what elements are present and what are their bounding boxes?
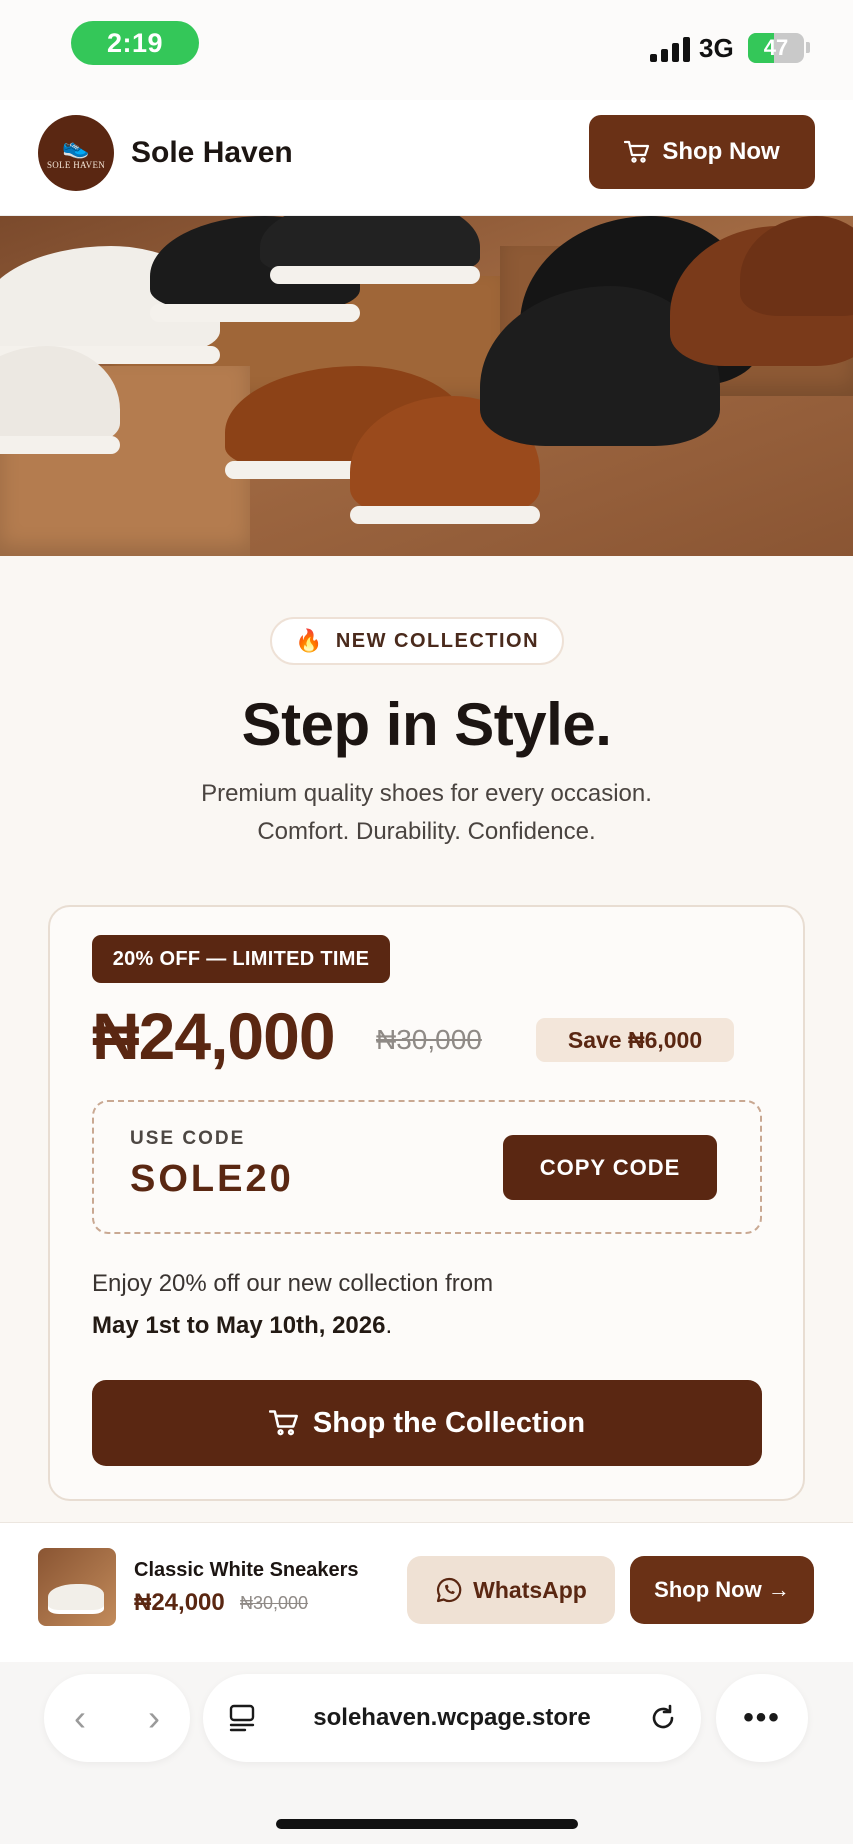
coupon-label: USE CODE — [130, 1128, 246, 1149]
savings-badge: Save ₦6,000 — [536, 1018, 734, 1062]
sticky-shop-now-button[interactable]: Shop Now → — [630, 1556, 814, 1624]
sneaker-sole — [350, 506, 540, 524]
browser-toolbar: ‹ › solehaven.wcpage.store ••• — [0, 1662, 853, 1844]
brand-logo[interactable]: 👟 SOLE HAVEN — [38, 115, 114, 191]
logo-text: SOLE HAVEN — [46, 159, 106, 170]
offer-dates: May 1st to May 10th, 2026. — [92, 1312, 392, 1340]
page-title: Step in Style. — [241, 691, 612, 758]
more-options-button[interactable]: ••• — [716, 1674, 808, 1762]
shop-collection-label: Shop the Collection — [312, 1406, 586, 1439]
product-name: Classic White Sneakers — [134, 1559, 359, 1581]
status-bar: 2:19 3G 47 — [0, 0, 853, 100]
copy-code-button[interactable]: COPY CODE — [503, 1135, 717, 1200]
url-text: solehaven.wcpage.store — [313, 1704, 591, 1731]
new-collection-badge: 🔥 NEW COLLECTION — [270, 617, 564, 665]
network-type: 3G — [699, 33, 734, 63]
back-button[interactable]: ‹ — [50, 1674, 110, 1762]
nav-controls: ‹ › — [44, 1674, 190, 1762]
whatsapp-icon — [437, 1577, 462, 1603]
badge-label: NEW COLLECTION — [335, 629, 540, 652]
hero-image — [0, 216, 853, 556]
header-shop-now-button[interactable]: Shop Now — [589, 115, 815, 189]
coupon-code: SOLE20 — [130, 1158, 294, 1200]
offer-description: Enjoy 20% off our new collection from — [92, 1270, 494, 1297]
product-price: ₦24,000 — [134, 1589, 225, 1616]
product-thumbnail[interactable] — [38, 1548, 116, 1626]
discount-tag: 20% OFF — LIMITED TIME — [92, 935, 390, 983]
header-shop-now-label: Shop Now — [662, 138, 780, 165]
sneaker-sole — [270, 266, 480, 284]
battery-level: 47 — [763, 35, 789, 60]
product-old-price: ₦30,000 — [240, 1593, 309, 1613]
whatsapp-button[interactable]: WhatsApp — [407, 1556, 615, 1624]
offer-date-period: . — [385, 1312, 393, 1339]
sneaker-sole — [0, 436, 120, 454]
subtitle-line-1: Premium quality shoes for every occasion… — [201, 780, 652, 807]
forward-button[interactable]: › — [124, 1674, 184, 1762]
battery-icon: 47 — [748, 33, 804, 63]
subtitle-line-2: Comfort. Durability. Confidence. — [257, 818, 596, 845]
flame-icon: 🔥 — [294, 628, 324, 653]
cart-icon — [268, 1410, 298, 1436]
home-indicator — [276, 1819, 578, 1829]
whatsapp-label: WhatsApp — [473, 1576, 587, 1603]
old-price: ₦30,000 — [376, 1024, 482, 1055]
sticky-product-bar: Classic White Sneakers ₦24,000 ₦30,000 W… — [0, 1522, 853, 1662]
shop-collection-button[interactable]: Shop the Collection — [92, 1380, 762, 1466]
shoe-icon: 👟 — [62, 133, 90, 159]
signal-icon — [650, 36, 690, 62]
cart-icon — [624, 140, 650, 163]
brand-name: Sole Haven — [131, 136, 293, 169]
offer-date-range: May 1st to May 10th, 2026 — [92, 1312, 386, 1339]
sneaker-sole — [150, 304, 360, 322]
address-bar[interactable]: solehaven.wcpage.store — [203, 1674, 701, 1762]
current-price: ₦24,000 — [92, 999, 336, 1073]
battery-tip — [806, 42, 810, 53]
reload-icon[interactable] — [643, 1698, 683, 1738]
status-time: 2:19 — [71, 21, 199, 65]
site-header: 👟 SOLE HAVEN Sole Haven Shop Now — [0, 100, 853, 216]
